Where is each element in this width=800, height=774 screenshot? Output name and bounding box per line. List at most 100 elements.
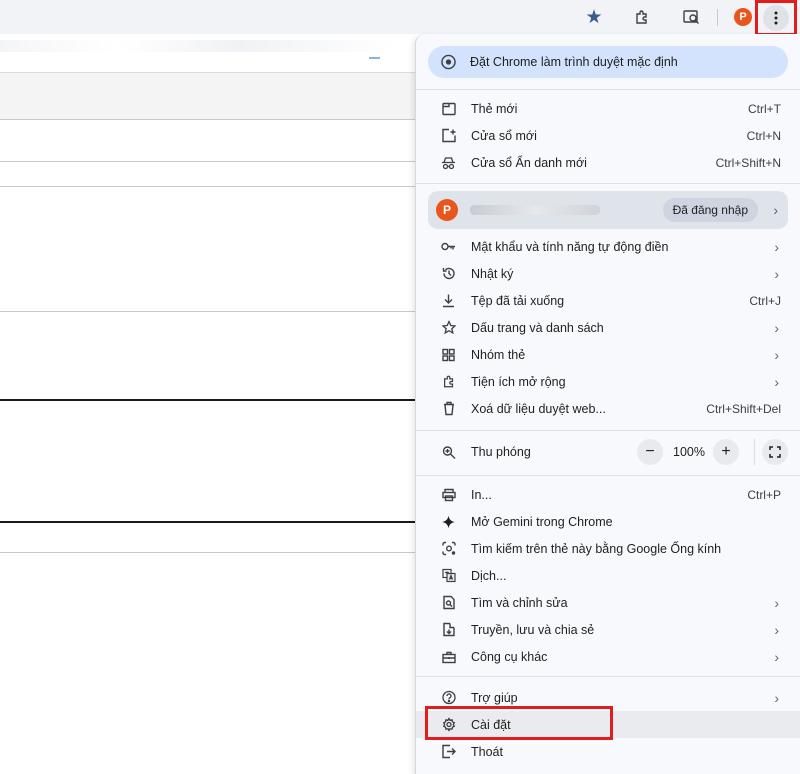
- chevron-right-icon: ›: [774, 346, 779, 363]
- menu-item-label: Truyền, lưu và chia sẻ: [471, 622, 595, 637]
- chevron-right-icon: ›: [774, 238, 779, 255]
- chevron-right-icon: ›: [774, 373, 779, 390]
- menu-item-shortcut: Ctrl+Shift+Del: [706, 401, 781, 416]
- page-divider: [0, 311, 415, 312]
- menu-item-clear-data[interactable]: Xoá dữ liệu duyệt web... Ctrl+Shift+Del: [416, 395, 800, 422]
- zoom-level: 100%: [673, 445, 705, 459]
- menu-item-shortcut: Ctrl+P: [747, 487, 781, 502]
- menu-separator: [416, 89, 800, 90]
- more-menu-highlight: [755, 0, 797, 36]
- gemini-sparkle-icon: [441, 514, 456, 529]
- zoom-in-button[interactable]: +: [713, 439, 739, 465]
- incognito-icon: [441, 155, 456, 170]
- page-divider-dark: [0, 521, 415, 523]
- menu-item-new-tab[interactable]: Thẻ mới Ctrl+T: [416, 95, 800, 122]
- menu-item-zoom: Thu phóng − 100% +: [416, 434, 800, 470]
- menu-item-shortcut: Ctrl+T: [748, 101, 781, 116]
- menu-item-incognito[interactable]: Cửa sổ Ẩn danh mới Ctrl+Shift+N: [416, 149, 800, 176]
- help-icon: [441, 690, 456, 705]
- menu-item-label: Cửa sổ Ẩn danh mới: [471, 155, 587, 170]
- menu-item-translate[interactable]: Dịch...: [416, 562, 800, 589]
- menu-item-label: Dịch...: [471, 568, 507, 583]
- toolbox-icon: [441, 649, 456, 664]
- menu-item-label: Thoát: [471, 744, 503, 759]
- menu-item-label: Dấu trang và danh sách: [471, 320, 604, 335]
- menu-separator: [416, 475, 800, 476]
- page-header-band: [0, 72, 415, 120]
- zoom-divider: [754, 439, 755, 465]
- puzzle-icon: [441, 374, 456, 389]
- blurred-bookmarks: [0, 40, 395, 52]
- chevron-right-icon: ›: [774, 265, 779, 282]
- set-default-browser-item[interactable]: Đặt Chrome làm trình duyệt mặc định: [428, 46, 788, 78]
- chrome-logo-icon: [441, 54, 456, 70]
- trash-icon: [441, 401, 456, 416]
- menu-item-label: Cửa sổ mới: [471, 128, 537, 143]
- zoom-icon: [441, 445, 456, 460]
- menu-item-exit[interactable]: Thoát: [416, 738, 800, 765]
- more-menu-icon[interactable]: [763, 5, 789, 31]
- menu-item-extensions[interactable]: Tiện ích mở rộng ›: [416, 368, 800, 395]
- menu-item-label: Mở Gemini trong Chrome: [471, 514, 613, 529]
- chevron-right-icon: ›: [774, 621, 779, 638]
- profile-avatar[interactable]: P: [734, 8, 752, 26]
- download-icon: [441, 293, 456, 308]
- zoom-out-button[interactable]: −: [637, 439, 663, 465]
- menu-item-google-lens[interactable]: Tìm kiếm trên thẻ này bằng Google Ống kí…: [416, 535, 800, 562]
- menu-item-find-edit[interactable]: Tìm và chỉnh sửa ›: [416, 589, 800, 616]
- menu-item-label: Thu phóng: [471, 445, 531, 459]
- chevron-right-icon: ›: [774, 594, 779, 611]
- lens-search-icon[interactable]: [677, 2, 707, 32]
- extensions-icon[interactable]: [627, 2, 657, 32]
- profile-avatar-icon: P: [436, 199, 458, 221]
- menu-item-label: Xoá dữ liệu duyệt web...: [471, 401, 606, 416]
- menu-item-gemini[interactable]: Mở Gemini trong Chrome: [416, 508, 800, 535]
- chevron-right-icon: ›: [774, 689, 779, 706]
- set-default-browser-label: Đặt Chrome làm trình duyệt mặc định: [470, 55, 678, 69]
- browser-toolbar: ★ P: [0, 0, 800, 36]
- bookmark-star-icon[interactable]: ★: [579, 2, 609, 32]
- menu-item-print[interactable]: In... Ctrl+P: [416, 481, 800, 508]
- menu-item-label: Thẻ mới: [471, 101, 518, 116]
- lens-icon: [441, 541, 456, 556]
- menu-item-more-tools[interactable]: Công cụ khác ›: [416, 643, 800, 670]
- menu-item-label: Tệp đã tải xuống: [471, 293, 565, 308]
- menu-item-label: Tìm kiếm trên thẻ này bằng Google Ống kí…: [471, 541, 722, 556]
- menu-item-shortcut: Ctrl+N: [746, 128, 781, 143]
- menu-item-label: Mật khẩu và tính năng tự động điền: [471, 239, 669, 254]
- menu-item-downloads[interactable]: Tệp đã tải xuống Ctrl+J: [416, 287, 800, 314]
- menu-item-bookmarks[interactable]: Dấu trang và danh sách ›: [416, 314, 800, 341]
- fullscreen-button[interactable]: [762, 439, 788, 465]
- menu-separator: [416, 183, 800, 184]
- menu-item-history[interactable]: Nhật ký ›: [416, 260, 800, 287]
- profile-name-redacted: [470, 205, 600, 215]
- menu-separator: [416, 430, 800, 431]
- page-divider: [0, 119, 415, 120]
- menu-item-passwords[interactable]: Mật khẩu và tính năng tự động điền ›: [416, 233, 800, 260]
- find-in-page-icon: [441, 595, 456, 610]
- menu-item-shortcut: Ctrl+J: [749, 293, 781, 308]
- exit-icon: [441, 744, 456, 759]
- menu-item-label: Tìm và chỉnh sửa: [471, 595, 568, 610]
- page-divider: [0, 552, 415, 553]
- chevron-right-icon: ›: [774, 648, 779, 665]
- menu-item-label: Công cụ khác: [471, 649, 548, 664]
- save-share-icon: [441, 622, 456, 637]
- menu-item-new-window[interactable]: Cửa sổ mới Ctrl+N: [416, 122, 800, 149]
- translate-icon: [441, 568, 456, 583]
- settings-highlight-box: [425, 706, 613, 740]
- star-outline-icon: [441, 320, 456, 335]
- chrome-main-menu: Đặt Chrome làm trình duyệt mặc định Thẻ …: [415, 34, 800, 774]
- menu-item-tab-groups[interactable]: Nhóm thẻ ›: [416, 341, 800, 368]
- history-icon: [441, 266, 456, 281]
- profile-item[interactable]: P Đã đăng nhập ›: [428, 191, 788, 229]
- page-divider: [0, 186, 415, 187]
- tab-groups-icon: [441, 347, 456, 362]
- menu-item-label: In...: [471, 487, 492, 502]
- new-window-icon: [441, 128, 456, 143]
- menu-item-cast-save-share[interactable]: Truyền, lưu và chia sẻ ›: [416, 616, 800, 643]
- printer-icon: [441, 487, 456, 502]
- chevron-right-icon: ›: [774, 319, 779, 336]
- menu-separator: [416, 676, 800, 677]
- page-divider-dark: [0, 399, 415, 401]
